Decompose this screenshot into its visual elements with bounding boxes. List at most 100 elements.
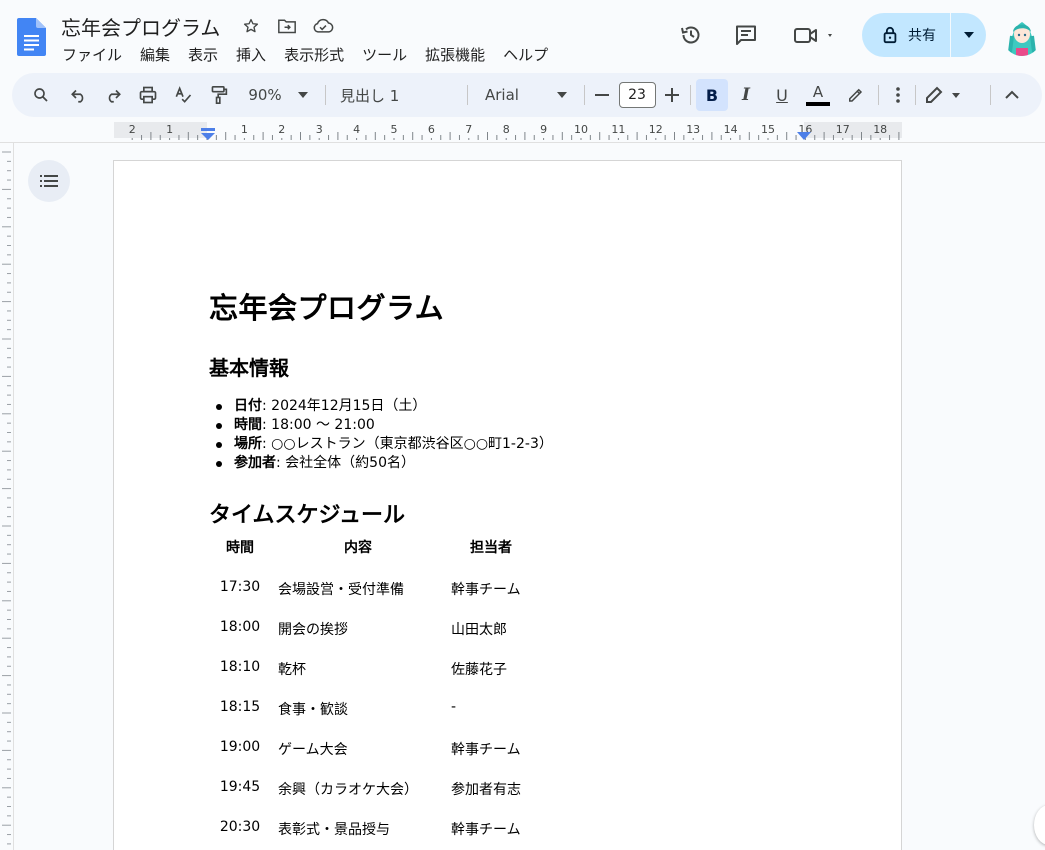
section-heading-basic-info: 基本情報 bbox=[209, 356, 289, 380]
document-heading: 忘年会プログラム bbox=[209, 291, 445, 325]
chevron-down-icon bbox=[297, 92, 308, 98]
basic-info-list: 日付: 2024年12月15日（土） 時間: 18:00 ～ 21:00 場所:… bbox=[216, 397, 553, 473]
ruler-label: 17 bbox=[835, 123, 850, 136]
decrease-font-size-icon[interactable] bbox=[592, 73, 612, 117]
header-content: 内容 bbox=[344, 540, 372, 556]
cloud-saved-icon[interactable] bbox=[312, 15, 334, 37]
ruler-label: 9 bbox=[540, 123, 548, 136]
menu-help[interactable]: ヘルプ bbox=[494, 44, 557, 65]
account-avatar[interactable] bbox=[1002, 14, 1042, 56]
meet-icon[interactable] bbox=[792, 22, 838, 48]
ruler-label: 10 bbox=[574, 123, 588, 136]
ruler-label: 13 bbox=[686, 123, 701, 136]
menu-tools[interactable]: ツール bbox=[353, 44, 416, 65]
title-bar: 忘年会プログラム ファイル 編集 表示 挿入 表示形式 ツール 拡張機能 ヘルプ bbox=[0, 0, 1045, 72]
vertical-ruler-ticks bbox=[2, 151, 11, 845]
list-item: 場所: ○○レストラン（東京都渋谷区○○町1-2-3） bbox=[216, 436, 553, 452]
text-color-label: A bbox=[812, 83, 824, 101]
menu-edit[interactable]: 編集 bbox=[131, 44, 179, 65]
ruler-label: 12 bbox=[648, 123, 663, 136]
document-page[interactable]: 忘年会プログラム 基本情報 日付: 2024年12月15日（土） 時間: 18:… bbox=[113, 160, 902, 850]
collapse-menus-icon[interactable] bbox=[1000, 73, 1024, 117]
ruler-label: 1 bbox=[240, 123, 248, 136]
share-label: 共有 bbox=[908, 28, 936, 44]
font-size-input[interactable]: 23 bbox=[618, 73, 656, 117]
font-family-value: Arial bbox=[485, 86, 519, 104]
font-family-chevron-icon[interactable] bbox=[554, 73, 570, 117]
table-header-row: 時間 内容 担当者 bbox=[209, 537, 549, 563]
increase-font-size-icon[interactable] bbox=[662, 73, 682, 117]
ruler-label: 15 bbox=[761, 123, 775, 136]
bold-button[interactable]: B bbox=[696, 79, 728, 111]
table-row: 20:30 表彰式・景品授与 幹事チーム bbox=[219, 819, 521, 838]
formatting-toolbar: 90% 見出し 1 Arial 23 B I U A bbox=[12, 73, 1042, 117]
menu-view[interactable]: 表示 bbox=[179, 44, 227, 65]
header-person: 担当者 bbox=[470, 540, 512, 556]
ruler-ticks bbox=[114, 122, 902, 140]
underline-button[interactable]: U bbox=[770, 73, 794, 117]
spellcheck-icon[interactable] bbox=[170, 73, 196, 117]
print-icon[interactable] bbox=[135, 73, 161, 117]
editing-mode-icon[interactable] bbox=[922, 73, 966, 117]
ruler-label: 3 bbox=[315, 123, 323, 136]
ruler-label: 2 bbox=[278, 123, 286, 136]
share-button[interactable]: 共有 bbox=[862, 13, 986, 57]
more-options-icon[interactable] bbox=[888, 73, 908, 117]
search-menus-icon[interactable] bbox=[28, 73, 54, 117]
text-color-button[interactable]: A bbox=[804, 73, 832, 117]
menu-format[interactable]: 表示形式 bbox=[275, 44, 353, 65]
menu-file[interactable]: ファイル bbox=[62, 44, 131, 65]
font-size-value: 23 bbox=[618, 82, 656, 108]
vertical-ruler[interactable] bbox=[0, 142, 14, 850]
ruler-label: 6 bbox=[427, 123, 435, 136]
list-item: 参加者: 会社全体（約50名） bbox=[216, 454, 553, 473]
table-row: 18:15 食事・歓談 - bbox=[219, 699, 457, 718]
outline-list-icon bbox=[40, 175, 58, 187]
section-heading-schedule: タイムスケジュール bbox=[209, 503, 406, 528]
table-row: 18:00 開会の挨拶 山田太郎 bbox=[219, 619, 507, 638]
ruler-label: 5 bbox=[390, 123, 398, 136]
ruler-label: 2 bbox=[128, 123, 136, 136]
header-time: 時間 bbox=[226, 540, 254, 556]
move-to-folder-icon[interactable] bbox=[276, 15, 298, 37]
document-title[interactable]: 忘年会プログラム bbox=[61, 12, 220, 41]
ruler-label: 18 bbox=[873, 123, 888, 136]
ruler-label: 4 bbox=[353, 123, 361, 136]
google-docs-window: 忘年会プログラム ファイル 編集 表示 挿入 表示形式 ツール 拡張機能 ヘルプ bbox=[0, 0, 1045, 850]
share-dropdown-icon[interactable] bbox=[951, 13, 986, 57]
version-history-icon[interactable] bbox=[678, 22, 704, 48]
schedule-table: 時間 内容 担当者 17:30 会場設営・受付準備 幹事チーム 18:00 開会の挨拶… bbox=[209, 537, 549, 850]
list-item: 日付: 2024年12月15日（土） bbox=[216, 397, 553, 416]
redo-icon[interactable] bbox=[100, 73, 126, 117]
side-panel-toggle[interactable] bbox=[1034, 805, 1045, 845]
zoom-value: 90% bbox=[248, 86, 282, 104]
text-color-swatch bbox=[806, 102, 830, 106]
menu-extensions[interactable]: 拡張機能 bbox=[416, 44, 494, 65]
comments-icon[interactable] bbox=[733, 22, 759, 48]
document-outline-button[interactable] bbox=[28, 160, 70, 202]
paint-format-icon[interactable] bbox=[206, 73, 232, 117]
undo-icon[interactable] bbox=[66, 73, 92, 117]
star-icon[interactable] bbox=[240, 15, 262, 37]
horizontal-ruler[interactable]: 2 1 1 2 3 4 5 6 7 8 9 10 11 12 13 14 15 16 17 18 bbox=[0, 118, 1045, 142]
paragraph-style-value: 見出し 1 bbox=[340, 86, 400, 105]
table-row: 19:00 ゲーム大会 幹事チーム bbox=[219, 739, 521, 758]
lock-icon bbox=[883, 26, 897, 44]
right-indent-marker-icon[interactable] bbox=[797, 132, 811, 140]
ruler-label: 7 bbox=[465, 123, 473, 136]
highlight-color-icon[interactable] bbox=[842, 73, 868, 117]
table-row: 18:10 乾杯 佐藤花子 bbox=[219, 659, 507, 678]
table-row: 19:45 余興（カラオケ大会） 参加者有志 bbox=[219, 779, 521, 798]
ruler-label: 8 bbox=[502, 123, 510, 136]
zoom-select[interactable]: 90% bbox=[238, 73, 318, 117]
left-indent-marker-icon[interactable] bbox=[200, 128, 216, 140]
ruler-label: 1 bbox=[166, 123, 174, 136]
table-row: 17:30 会場設営・受付準備 幹事チーム bbox=[219, 579, 521, 598]
ruler-label: 11 bbox=[611, 123, 626, 136]
docs-logo-icon[interactable] bbox=[17, 18, 46, 56]
menu-insert[interactable]: 挿入 bbox=[227, 44, 275, 65]
ruler-label: 14 bbox=[723, 123, 738, 136]
list-item: 時間: 18:00 ～ 21:00 bbox=[216, 416, 553, 435]
paragraph-style-select[interactable]: 見出し 1 bbox=[334, 73, 466, 117]
italic-button[interactable]: I bbox=[734, 73, 758, 117]
